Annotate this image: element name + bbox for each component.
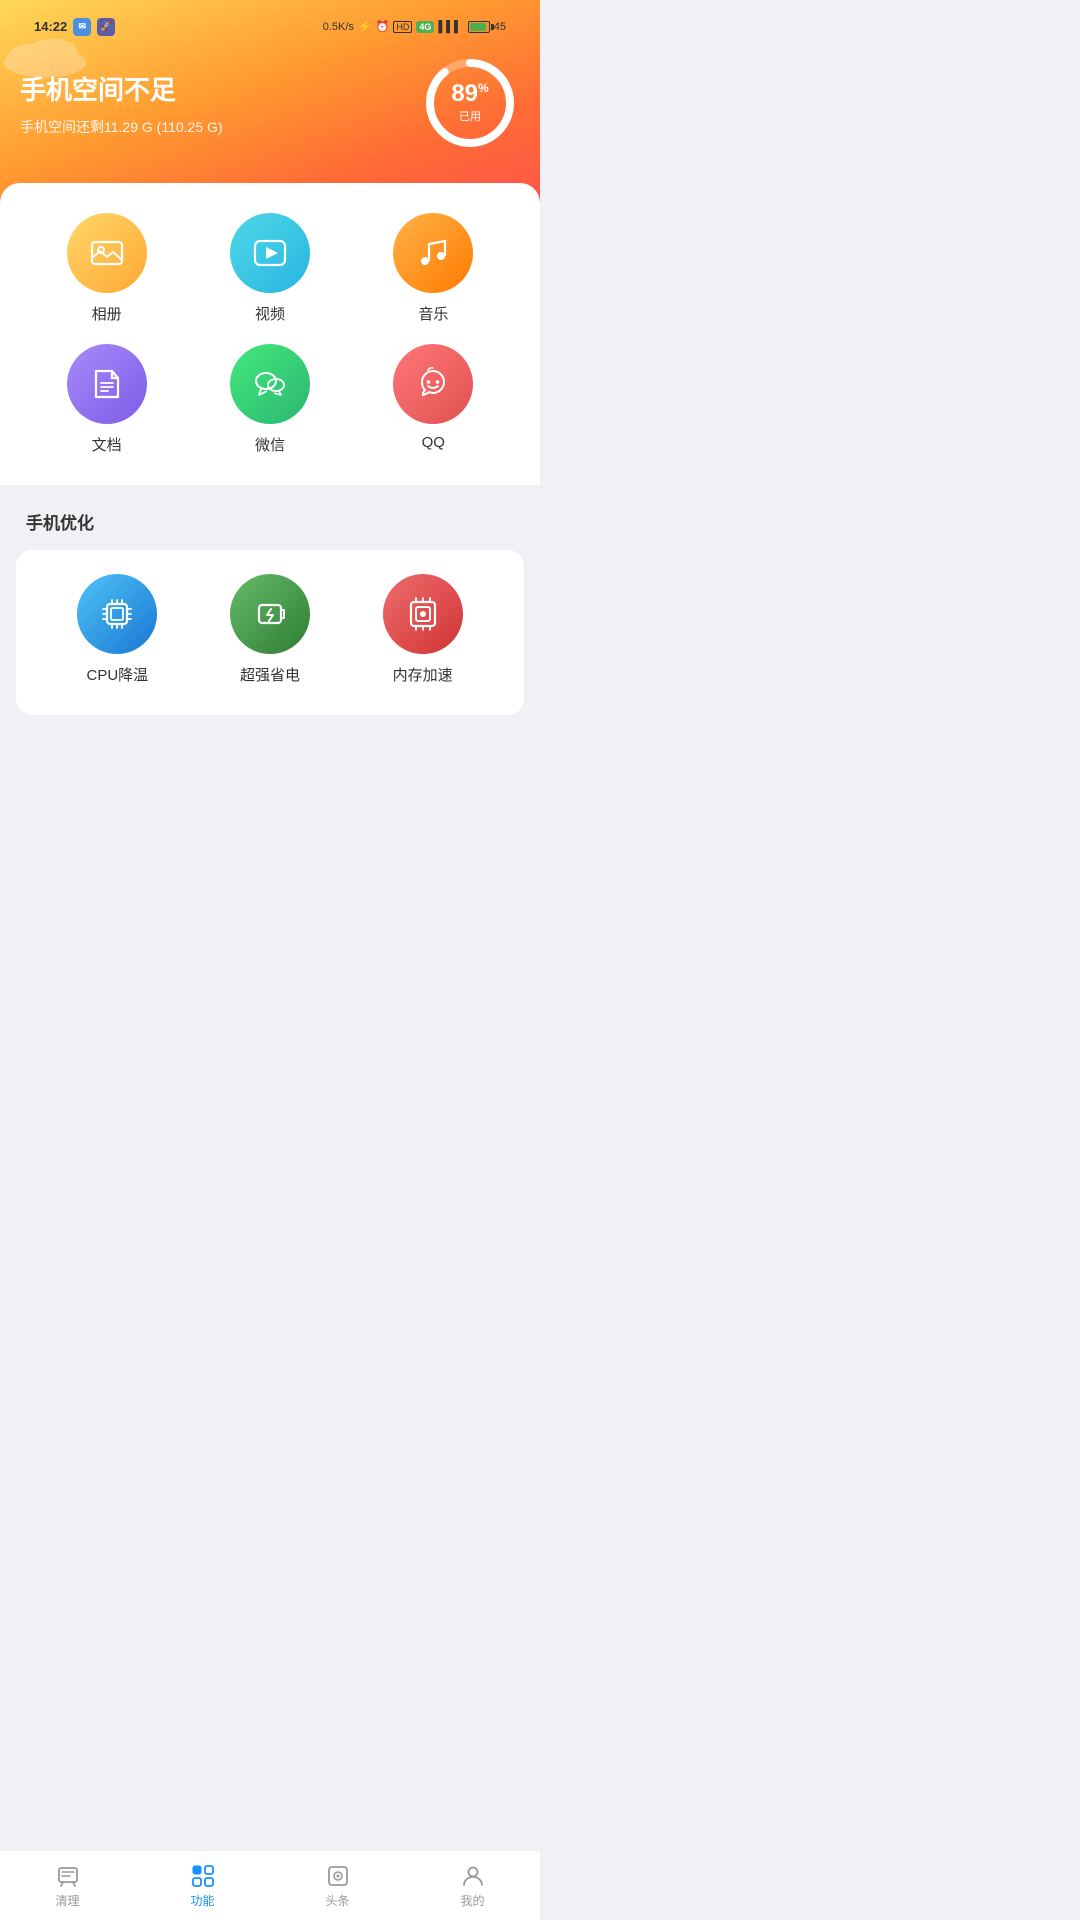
storage-donut-chart: 89% 已用 xyxy=(420,53,520,153)
qq-icon xyxy=(414,365,452,403)
battery-saver-icon xyxy=(251,595,289,633)
4g-icon: 4G xyxy=(416,21,434,33)
docs-icon-wrap xyxy=(67,344,147,424)
qq-item[interactable]: QQ xyxy=(357,344,510,455)
video-icon-wrap xyxy=(230,213,310,293)
battery-saver-icon-wrap xyxy=(230,574,310,654)
memory-label: 内存加速 xyxy=(393,664,453,685)
function-nav-icon xyxy=(190,1863,216,1889)
nav-clean[interactable]: 清理 xyxy=(0,1863,135,1909)
album-icon xyxy=(88,234,126,272)
status-time: 14:22 xyxy=(34,19,67,34)
bluetooth-icon: ⚡ xyxy=(358,20,372,33)
video-icon xyxy=(251,234,289,272)
wechat-item[interactable]: 微信 xyxy=(193,344,346,455)
nav-mine-label: 我的 xyxy=(460,1892,484,1909)
wechat-icon-wrap xyxy=(230,344,310,424)
rocket-icon: 🚀 xyxy=(97,18,115,36)
memory-item[interactable]: 内存加速 xyxy=(351,574,494,685)
nav-function-label: 功能 xyxy=(190,1892,214,1909)
signal-icon: ▌▌▌ xyxy=(438,21,461,33)
docs-item[interactable]: 文档 xyxy=(30,344,183,455)
clean-nav-icon xyxy=(55,1863,81,1889)
hd-icon: HD xyxy=(393,21,412,33)
mail-icon: ✉ xyxy=(73,18,91,36)
main-card: 相册 视频 xyxy=(0,183,540,485)
qq-icon-wrap xyxy=(393,344,473,424)
nav-mine[interactable]: 我的 xyxy=(405,1863,540,1909)
docs-icon xyxy=(88,365,126,403)
bottom-nav: 清理 功能 头条 我的 xyxy=(0,1850,540,1920)
optimize-title: 手机优化 xyxy=(26,509,524,534)
cpu-item[interactable]: CPU降温 xyxy=(46,574,189,685)
video-item[interactable]: 视频 xyxy=(193,213,346,324)
battery-saver-label: 超强省电 xyxy=(240,664,300,685)
cpu-label: CPU降温 xyxy=(86,664,148,685)
wechat-label: 微信 xyxy=(255,434,285,455)
media-grid: 相册 视频 xyxy=(20,213,520,455)
optimize-card: CPU降温 超强省电 xyxy=(16,550,524,715)
optimize-grid: CPU降温 超强省电 xyxy=(36,574,504,685)
nav-news[interactable]: 头条 xyxy=(270,1863,405,1909)
network-speed: 0.5K/s xyxy=(323,21,354,33)
nav-news-label: 头条 xyxy=(325,1892,349,1909)
video-label: 视频 xyxy=(255,303,285,324)
mine-nav-icon xyxy=(460,1863,486,1889)
music-label: 音乐 xyxy=(418,303,448,324)
usage-percent: 89% xyxy=(451,82,488,106)
docs-label: 文档 xyxy=(92,434,122,455)
battery-icon xyxy=(468,21,490,33)
music-item[interactable]: 音乐 xyxy=(357,213,510,324)
music-icon-wrap xyxy=(393,213,473,293)
header-content: 手机空间不足 手机空间还剩11.29 G (110.25 G) 89% 已用 xyxy=(20,53,520,153)
alarm-icon: ⏰ xyxy=(376,20,390,33)
music-icon xyxy=(414,234,452,272)
nav-clean-label: 清理 xyxy=(55,1892,79,1909)
optimize-section: 手机优化 CPU降温 xyxy=(0,509,540,715)
memory-icon-wrap xyxy=(383,574,463,654)
album-item[interactable]: 相册 xyxy=(30,213,183,324)
cpu-icon xyxy=(98,595,136,633)
cpu-icon-wrap xyxy=(77,574,157,654)
battery-saver-item[interactable]: 超强省电 xyxy=(199,574,342,685)
album-icon-wrap xyxy=(67,213,147,293)
qq-label: QQ xyxy=(422,434,445,451)
memory-icon xyxy=(404,595,442,633)
album-label: 相册 xyxy=(92,303,122,324)
news-nav-icon xyxy=(325,1863,351,1889)
battery-percent: 45 xyxy=(494,21,506,33)
storage-remaining: 手机空间还剩11.29 G (110.25 G) xyxy=(20,117,223,137)
usage-label: 已用 xyxy=(451,108,488,124)
status-bar: 14:22 ✉ 🚀 0.5K/s ⚡ ⏰ HD 4G ▌▌▌ 45 xyxy=(20,10,520,43)
nav-function[interactable]: 功能 xyxy=(135,1863,270,1909)
wechat-icon xyxy=(251,365,289,403)
